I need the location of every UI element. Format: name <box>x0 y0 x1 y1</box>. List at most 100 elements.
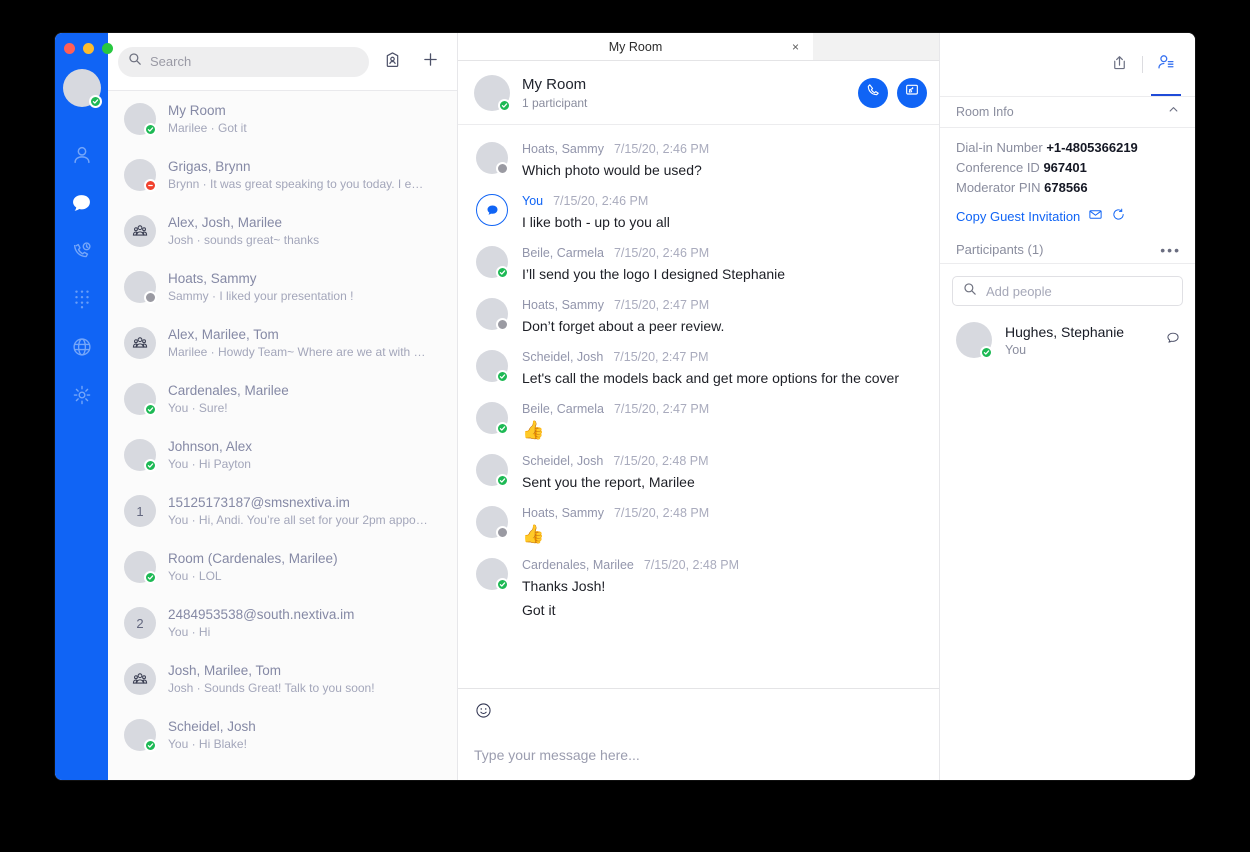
contacts-card-button[interactable] <box>377 47 407 77</box>
conference-id-label: Conference ID <box>956 160 1040 175</box>
rail-item-web[interactable] <box>55 323 108 371</box>
emoji-icon[interactable] <box>474 701 493 725</box>
conversation-item[interactable]: Alex, Marilee, Tom Marilee · Howdy Team~ … <box>108 315 457 371</box>
conversation-item[interactable]: Grigas, Brynn Brynn · It was great speaki… <box>108 147 457 203</box>
conversation-item[interactable]: 1 15125173187@smsnextiva.im You · Hi, Andi… <box>108 483 457 539</box>
message-row: Hoats, Sammy 7/15/20, 2:48 PM 👍 <box>458 499 939 551</box>
page-title: My Room <box>522 75 587 93</box>
minimize-window-button[interactable] <box>83 43 94 54</box>
start-call-button[interactable] <box>858 77 888 108</box>
conversation-item[interactable]: Johnson, Alex You · Hi Payton <box>108 427 457 483</box>
chat-bubble-icon[interactable] <box>1165 330 1181 351</box>
participant-item[interactable]: Hughes, Stephanie You <box>940 322 1195 359</box>
group-icon <box>124 663 156 695</box>
conversation-item[interactable]: Room (Cardenales, Marilee) You · LOL <box>108 539 457 595</box>
left-rail <box>55 33 113 780</box>
conversation-item[interactable]: Josh, Marilee, Tom Josh · Sounds Great! T… <box>108 651 457 707</box>
share-file-button[interactable] <box>1102 34 1136 96</box>
conversation-item[interactable]: Hoats, Sammy Sammy · I liked your present… <box>108 259 457 315</box>
rail-item-settings[interactable] <box>55 371 108 419</box>
avatar <box>124 159 157 192</box>
message-input[interactable]: Type your message here... <box>474 747 923 763</box>
conversation-title: Josh, Marilee, Tom <box>168 663 282 678</box>
room-info-title: Room Info <box>956 105 1014 119</box>
composer-toolbar <box>474 701 923 725</box>
status-badge-online <box>144 459 157 472</box>
tab-my-room[interactable]: My Room × <box>458 33 813 60</box>
conversation-title: Cardenales, Marilee <box>168 383 289 398</box>
conversation-title: My Room <box>168 103 226 118</box>
message-avatar <box>476 402 509 435</box>
group-avatar <box>124 327 156 359</box>
status-badge-dnd <box>144 179 157 192</box>
rail-item-contacts[interactable] <box>55 131 108 179</box>
dialpad-icon <box>72 288 92 310</box>
new-conversation-button[interactable] <box>415 47 445 77</box>
moderator-pin-line: Moderator PIN 678566 <box>956 178 1179 198</box>
window-traffic-lights <box>64 43 113 54</box>
close-icon[interactable]: × <box>792 40 799 54</box>
conversation-preview: You · Hi <box>168 625 211 639</box>
room-info-button[interactable] <box>1149 34 1183 96</box>
conversation-preview: Marilee · Got it <box>168 121 247 135</box>
message-avatar <box>476 298 509 331</box>
status-badge-online <box>498 98 511 112</box>
status-badge-away <box>496 526 509 539</box>
status-badge-away <box>496 162 509 175</box>
status-badge-online <box>980 346 993 359</box>
search-input[interactable]: Search <box>118 46 369 77</box>
participant-name: Hughes, Stephanie <box>1005 323 1125 340</box>
add-people-placeholder: Add people <box>986 283 1052 299</box>
close-window-button[interactable] <box>64 43 75 54</box>
rail-item-dialpad[interactable] <box>55 275 108 323</box>
share-screen-button[interactable] <box>897 77 927 108</box>
conversation-preview: Brynn · It was great speaking to you tod… <box>168 177 424 191</box>
status-badge-online <box>496 474 509 487</box>
message-author: Beile, Carmela <box>522 246 604 260</box>
call-actions <box>858 77 927 108</box>
message-timestamp: 7/15/20, 2:48 PM <box>643 558 740 572</box>
dial-in-label: Dial-in Number <box>956 140 1043 155</box>
add-people-input[interactable]: Add people <box>952 276 1183 306</box>
my-avatar <box>476 194 508 226</box>
participants-more-button[interactable]: ••• <box>1160 242 1181 258</box>
conversation-title: 15125173187@smsnextiva.im <box>168 495 350 510</box>
status-badge-online <box>496 370 509 383</box>
conversation-list[interactable]: My Room Marilee · Got it Grigas, Brynn Bryn… <box>108 90 457 780</box>
message-row: You 7/15/20, 2:46 PM I like both - up to y… <box>458 187 939 239</box>
rail-item-messages[interactable] <box>55 179 108 227</box>
chevron-up-icon[interactable] <box>1166 102 1181 122</box>
room-info-header[interactable]: Room Info <box>940 96 1195 128</box>
message-emoji: 👍 <box>522 524 545 544</box>
rail-item-calls[interactable] <box>55 227 108 275</box>
initial-avatar: 2 <box>124 607 156 639</box>
group-avatar <box>124 663 156 695</box>
tab-label: My Room <box>608 39 663 54</box>
avatar <box>124 551 157 584</box>
message-author: You <box>522 194 544 208</box>
conversation-title: Johnson, Alex <box>168 439 253 454</box>
zoom-window-button[interactable] <box>102 43 113 54</box>
room-info-body: Dial-in Number +1-4805366219 Conference … <box>940 128 1195 264</box>
message-text: Let's call the models back and get more … <box>522 370 899 386</box>
conversation-item[interactable]: Scheidel, Josh You · Hi Blake! <box>108 707 457 763</box>
conversation-item[interactable]: Alex, Josh, Marilee Josh · sounds great~ … <box>108 203 457 259</box>
refresh-icon[interactable] <box>1111 207 1126 225</box>
chat-panel: My Room × My Room 1 participant Hoats, S… <box>458 33 940 780</box>
message-timestamp: 7/15/20, 2:46 PM <box>613 246 710 260</box>
conversation-item[interactable]: Cardenales, Marilee You · Sure! <box>108 371 457 427</box>
conversation-preview: You · Hi, Andi. You’re all set for your … <box>168 513 428 527</box>
dial-in-value: +1-4805366219 <box>1046 140 1138 155</box>
call-history-icon <box>71 240 93 262</box>
conversation-item[interactable]: My Room Marilee · Got it <box>108 91 457 147</box>
current-user-avatar[interactable] <box>62 69 102 108</box>
message-avatar <box>476 558 509 591</box>
mail-icon[interactable] <box>1088 207 1103 225</box>
conversation-preview: Josh · sounds great~ thanks <box>168 233 320 247</box>
message-author: Cardenales, Marilee <box>522 558 634 572</box>
message-text: I like both - up to you all <box>522 214 670 230</box>
copy-guest-invitation-button[interactable]: Copy Guest Invitation <box>956 207 1179 225</box>
message-list[interactable]: Hoats, Sammy 7/15/20, 2:46 PM Which photo … <box>458 124 939 688</box>
conversation-item[interactable]: 2 2484953538@south.nextiva.im You · Hi <box>108 595 457 651</box>
status-badge-online <box>144 123 157 136</box>
